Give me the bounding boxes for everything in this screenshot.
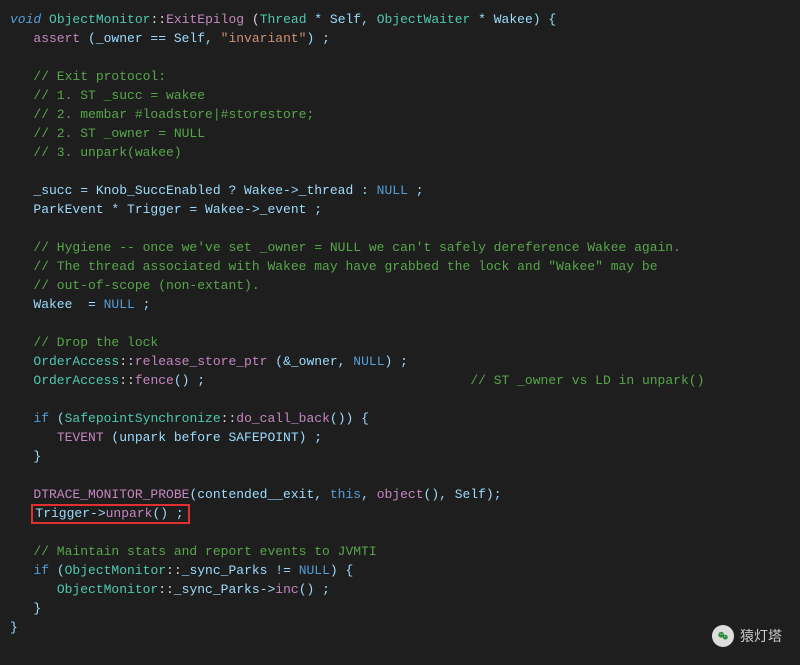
code-line: Trigger->unpark() ; [10, 506, 190, 521]
code-line: } [10, 620, 18, 635]
wechat-icon [712, 625, 734, 647]
code-line: // Hygiene -- once we've set _owner = NU… [10, 240, 681, 255]
code-line: Wakee = NULL ; [10, 297, 150, 312]
code-line: // 3. unpark(wakee) [10, 145, 182, 160]
code-line: void ObjectMonitor::ExitEpilog (Thread *… [10, 12, 556, 27]
code-line: // out-of-scope (non-extant). [10, 278, 260, 293]
code-line: // Exit protocol: [10, 69, 166, 84]
code-line: } [10, 601, 41, 616]
code-line: TEVENT (unpark before SAFEPOINT) ; [10, 430, 322, 445]
code-line: // 2. ST _owner = NULL [10, 126, 205, 141]
code-line: // The thread associated with Wakee may … [10, 259, 658, 274]
code-line: assert (_owner == Self, "invariant") ; [10, 31, 330, 46]
watermark: 猿灯塔 [712, 625, 782, 647]
code-line: _succ = Knob_SuccEnabled ? Wakee->_threa… [10, 183, 424, 198]
code-line: if (SafepointSynchronize::do_call_back()… [10, 411, 369, 426]
highlight-box: Trigger->unpark() ; [31, 504, 189, 524]
code-block: void ObjectMonitor::ExitEpilog (Thread *… [0, 0, 800, 637]
code-line: if (ObjectMonitor::_sync_Parks != NULL) … [10, 563, 353, 578]
code-line: ObjectMonitor::_sync_Parks->inc() ; [10, 582, 330, 597]
code-line: OrderAccess::release_store_ptr (&_owner,… [10, 354, 408, 369]
code-line: // 2. membar #loadstore|#storestore; [10, 107, 314, 122]
watermark-text: 猿灯塔 [740, 626, 782, 646]
code-line: } [10, 449, 41, 464]
code-line: ParkEvent * Trigger = Wakee->_event ; [10, 202, 322, 217]
code-line: // Maintain stats and report events to J… [10, 544, 377, 559]
code-line: // Drop the lock [10, 335, 158, 350]
code-line: OrderAccess::fence() ; // ST _owner vs L… [10, 373, 704, 388]
code-line: // 1. ST _succ = wakee [10, 88, 205, 103]
code-line: DTRACE_MONITOR_PROBE(contended__exit, th… [10, 487, 502, 502]
